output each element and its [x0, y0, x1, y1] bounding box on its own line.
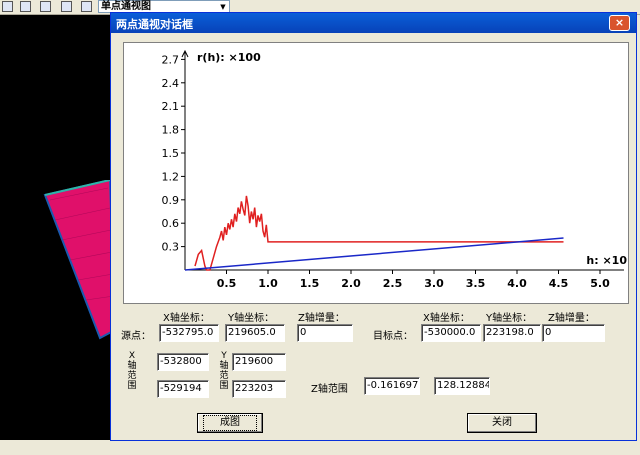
series-line-2 [184, 237, 564, 271]
x-tick-label: 5.0 [590, 277, 610, 290]
x-tick-label: 1.5 [300, 277, 320, 290]
draw-button[interactable]: 成图 [197, 413, 263, 433]
y-range-max-field[interactable]: 223203 [232, 380, 286, 398]
series-line-1 [194, 195, 564, 271]
target-z-header: Z轴增量： [548, 313, 595, 324]
close-icon[interactable]: × [609, 15, 630, 31]
toolbar-icon-1[interactable] [2, 1, 13, 12]
source-x-field[interactable]: -532795.0 [159, 324, 219, 342]
y-tick-label: 1.5 [162, 147, 180, 160]
y-tick-label: 1.8 [162, 124, 180, 137]
source-z-field[interactable]: 0 [297, 324, 353, 342]
profile-chart-svg: 0.3 0.6 0.9 1.2 1.5 1.8 2.1 2.4 2.7 0.5 1.0 1.5 2.0 2… [162, 49, 627, 290]
x-tick-label: 3.5 [466, 277, 486, 290]
x-range-min-field[interactable]: -532800 [157, 353, 209, 371]
y-tick-label: 2.4 [162, 77, 180, 90]
z-range-max-field[interactable]: 128.12884( [434, 377, 490, 395]
source-x-header: X轴坐标： [163, 313, 210, 324]
y-tick-label: 1.2 [162, 170, 180, 183]
y-tick-label: 2.1 [162, 100, 180, 113]
x-tick-label: 2.5 [383, 277, 403, 290]
y-range-label: Y轴范围 [219, 351, 229, 391]
dialog-title: 两点通视对话框 [116, 18, 193, 31]
view-combo-value: 单点通视图 [101, 1, 151, 12]
target-x-field[interactable]: -530000.0 [421, 324, 481, 342]
two-point-visibility-dialog: 两点通视对话框 × 0.3 0.6 0.9 1.2 1.5 1.8 2.1 2.4 2.7 0.5… [110, 12, 637, 441]
dialog-titlebar[interactable]: 两点通视对话框 × [111, 13, 636, 33]
y-axis-label: r(h): ×100 [197, 51, 261, 64]
target-y-header: Y轴坐标： [486, 313, 533, 324]
y-tick-label: 0.6 [162, 217, 180, 230]
close-button[interactable]: 关闭 [467, 413, 537, 433]
x-tick-label: 1.0 [258, 277, 278, 290]
source-z-header: Z轴增量： [298, 313, 345, 324]
target-z-field[interactable]: 0 [542, 324, 605, 342]
y-tick-label: 0.9 [162, 194, 180, 207]
x-axis-label: h: ×10 [586, 254, 627, 267]
x-tick-label: 3.0 [424, 277, 444, 290]
source-y-header: Y轴坐标： [228, 313, 275, 324]
chevron-down-icon[interactable]: ▼ [218, 2, 228, 12]
z-range-min-field[interactable]: -0.1616971 [364, 377, 420, 395]
toolbar-icon-2[interactable] [20, 1, 31, 12]
profile-chart: 0.3 0.6 0.9 1.2 1.5 1.8 2.1 2.4 2.7 0.5 1.0 1.5 2.0 2… [123, 42, 629, 304]
source-y-field[interactable]: 219605.0 [225, 324, 285, 342]
x-tick-label: 4.0 [507, 277, 527, 290]
x-range-max-field[interactable]: -529194 [157, 380, 209, 398]
draw-button-label: 成图 [203, 415, 257, 431]
x-tick-label: 4.5 [549, 277, 569, 290]
y-tick-label: 2.7 [162, 53, 180, 66]
target-y-field[interactable]: 223198.0 [483, 324, 541, 342]
toolbar-icon-3[interactable] [40, 1, 51, 12]
toolbar-icon-4[interactable] [61, 1, 72, 12]
z-range-label: Z轴范围 [311, 384, 348, 395]
x-range-label: X轴范围 [127, 351, 137, 391]
status-bar [0, 440, 640, 455]
x-tick-label: 0.5 [217, 277, 237, 290]
y-range-min-field[interactable]: 219600 [232, 353, 286, 371]
x-tick-label: 2.0 [341, 277, 361, 290]
source-label: 源点： [121, 331, 151, 342]
y-tick-label: 0.3 [162, 241, 180, 254]
target-x-header: X轴坐标： [423, 313, 470, 324]
toolbar-icon-5[interactable] [81, 1, 92, 12]
target-label: 目标点： [373, 331, 413, 342]
